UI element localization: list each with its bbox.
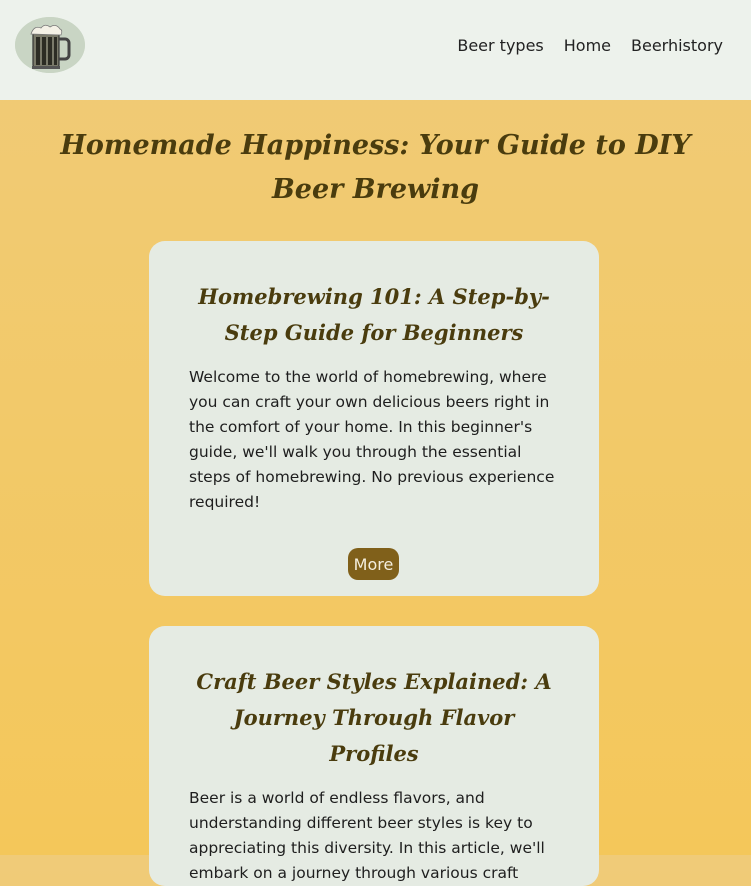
beer-mug-icon <box>15 17 85 73</box>
nav-beer-types[interactable]: Beer types <box>457 36 543 55</box>
more-button[interactable]: More <box>348 548 399 580</box>
article-title: Homebrewing 101: A Step-by-Step Guide fo… <box>198 284 550 345</box>
main-nav: Beer types Home Beerhistory <box>457 36 723 55</box>
nav-beerhistory[interactable]: Beerhistory <box>631 36 723 55</box>
beer-mug-logo[interactable] <box>15 17 85 73</box>
page-title: Homemade Happiness: Your Guide to DIY Be… <box>60 130 691 205</box>
article-card: Craft Beer Styles Explained: A Journey T… <box>149 626 599 886</box>
article-card: Homebrewing 101: A Step-by-Step Guide fo… <box>149 241 599 596</box>
nav-home[interactable]: Home <box>564 36 611 55</box>
article-text: Welcome to the world of homebrewing, whe… <box>189 368 555 511</box>
site-header: Beer types Home Beerhistory <box>0 0 751 100</box>
article-text: Beer is a world of endless flavors, and … <box>189 789 545 882</box>
article-title: Craft Beer Styles Explained: A Journey T… <box>196 669 552 766</box>
